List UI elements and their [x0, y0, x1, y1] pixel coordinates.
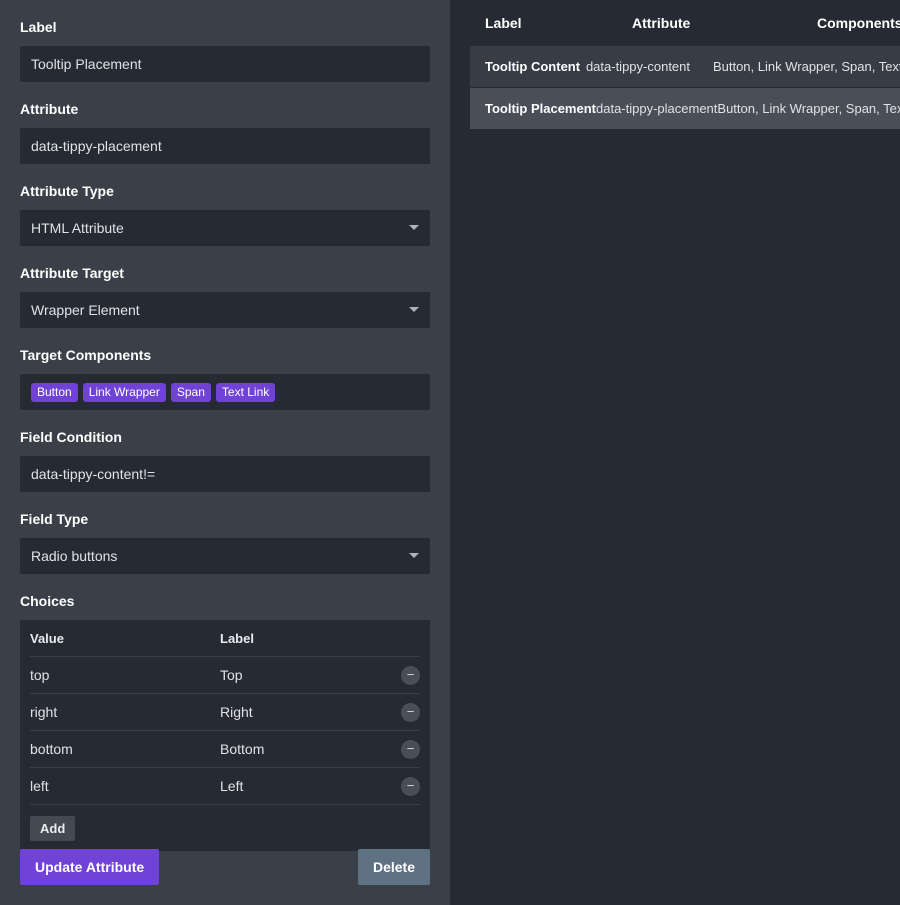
- attribute-editor-panel: Label Tooltip Placement Attribute data-t…: [0, 0, 450, 905]
- field-type-title: Field Type: [20, 511, 89, 527]
- remove-choice-button[interactable]: −: [401, 740, 420, 759]
- choice-label[interactable]: Bottom: [220, 741, 420, 757]
- row-attribute: data-tippy-placement: [596, 101, 718, 116]
- choice-row: left Left −: [30, 768, 420, 805]
- component-tag[interactable]: Button: [31, 382, 78, 402]
- attribute-input[interactable]: data-tippy-placement: [20, 128, 430, 164]
- table-row[interactable]: Tooltip Content data-tippy-content Butto…: [470, 46, 900, 87]
- label-field-title: Label: [20, 19, 57, 35]
- choice-row: bottom Bottom −: [30, 731, 420, 768]
- remove-choice-button[interactable]: −: [401, 777, 420, 796]
- attribute-target-title: Attribute Target: [20, 265, 124, 281]
- column-header-components: Components: [817, 15, 900, 31]
- add-choice-button[interactable]: Add: [30, 816, 76, 841]
- choice-value[interactable]: left: [30, 778, 220, 794]
- field-condition-input[interactable]: data-tippy-content!=: [20, 456, 430, 492]
- attribute-type-value: HTML Attribute: [31, 220, 124, 236]
- component-tag[interactable]: Link Wrapper: [82, 382, 166, 402]
- choice-row: top Top −: [30, 657, 420, 694]
- row-label: Tooltip Content: [485, 59, 581, 74]
- delete-button[interactable]: Delete: [357, 849, 430, 885]
- component-tag[interactable]: Span: [170, 382, 211, 402]
- attributes-table: Label Attribute Components Tooltip Conte…: [470, 0, 900, 130]
- field-condition-title: Field Condition: [20, 429, 122, 445]
- attribute-type-title: Attribute Type: [20, 183, 114, 199]
- update-attribute-button[interactable]: Update Attribute: [20, 849, 160, 885]
- label-input[interactable]: Tooltip Placement: [20, 46, 430, 82]
- column-header-label: Label: [485, 15, 522, 31]
- choice-value[interactable]: right: [30, 704, 220, 720]
- field-type-select[interactable]: Radio buttons: [20, 538, 430, 574]
- form-actions: Update Attribute Delete: [20, 849, 430, 885]
- choice-label[interactable]: Left: [220, 778, 420, 794]
- target-components-title: Target Components: [20, 347, 152, 363]
- attribute-field-title: Attribute: [20, 101, 79, 117]
- table-row[interactable]: Tooltip Placement data-tippy-placement B…: [470, 88, 900, 129]
- choices-value-header: Value: [30, 630, 64, 646]
- attribute-type-select[interactable]: HTML Attribute: [20, 210, 430, 246]
- remove-choice-button[interactable]: −: [401, 703, 420, 722]
- choice-label[interactable]: Right: [220, 704, 420, 720]
- chevron-down-icon: [409, 553, 419, 558]
- row-label: Tooltip Placement: [485, 101, 596, 116]
- choice-row: right Right −: [30, 694, 420, 731]
- row-components: Button, Link Wrapper, Span, Text Link: [717, 101, 900, 116]
- component-tag[interactable]: Text Link: [215, 382, 276, 402]
- chevron-down-icon: [409, 307, 419, 312]
- choices-table: Value Label top Top − right Right − bott…: [20, 620, 430, 851]
- chevron-down-icon: [409, 225, 419, 230]
- target-components-input[interactable]: Button Link Wrapper Span Text Link: [20, 374, 430, 410]
- row-attribute: data-tippy-content: [585, 59, 691, 74]
- choice-value[interactable]: bottom: [30, 741, 220, 757]
- attributes-list-panel: Label Attribute Components Tooltip Conte…: [450, 0, 900, 905]
- row-components: Button, Link Wrapper, Span, Text Link: [712, 59, 900, 74]
- column-header-attribute: Attribute: [632, 15, 691, 31]
- attribute-target-value: Wrapper Element: [31, 302, 140, 318]
- choices-title: Choices: [20, 593, 75, 609]
- remove-choice-button[interactable]: −: [401, 666, 420, 685]
- choice-value[interactable]: top: [30, 667, 220, 683]
- table-header: Label Attribute Components: [470, 0, 900, 46]
- choice-label[interactable]: Top: [220, 667, 420, 683]
- attribute-target-select[interactable]: Wrapper Element: [20, 292, 430, 328]
- field-type-value: Radio buttons: [31, 548, 118, 564]
- choices-label-header: Label: [220, 630, 254, 646]
- choices-header: Value Label: [30, 620, 420, 657]
